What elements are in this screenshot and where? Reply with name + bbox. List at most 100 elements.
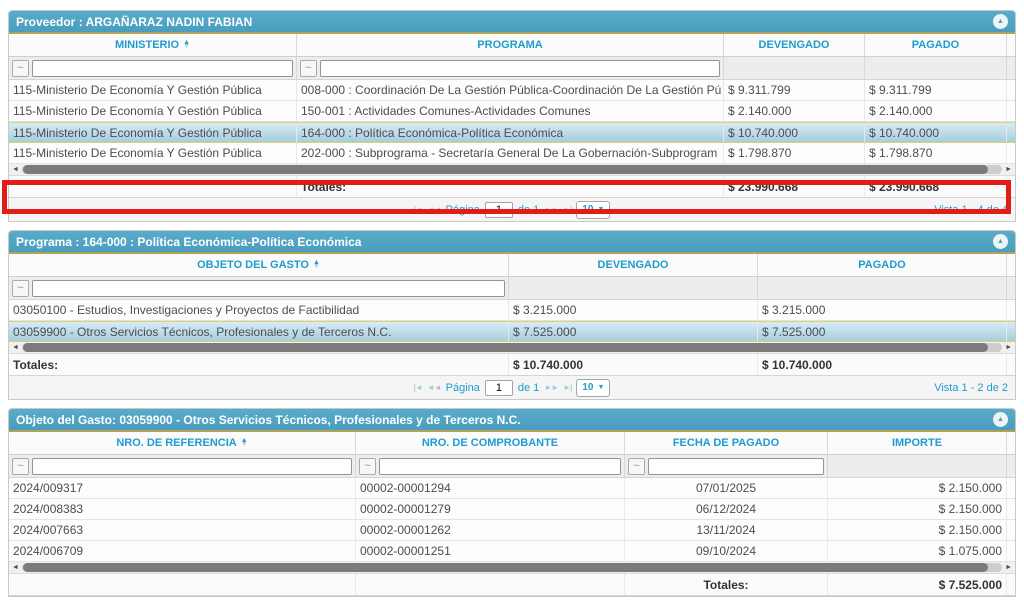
horizontal-scrollbar[interactable]: ◄ ►	[9, 562, 1015, 574]
filter-input-objeto[interactable]	[32, 280, 505, 297]
filter-input-ministerio[interactable]	[32, 60, 293, 77]
cell-programa: 008-000 : Coordinación De La Gestión Púb…	[297, 80, 724, 100]
cell-devengado: $ 3.215.000	[509, 300, 758, 320]
scrollbar-thumb[interactable]	[23, 343, 988, 352]
scrollbar-track[interactable]	[22, 165, 1002, 174]
pager-first-icon[interactable]: |◄	[414, 383, 422, 392]
pager-page-size-select[interactable]: 10 ▼	[576, 379, 610, 397]
cell-referencia: 2024/006709	[9, 541, 356, 561]
column-header-devengado[interactable]: DEVENGADO	[724, 34, 865, 56]
scrollbar-left-arrow-icon[interactable]: ◄	[12, 166, 19, 173]
panel-programa: Programa : 164-000 : Política Económica-…	[8, 230, 1016, 400]
totals-row: Totales: $ 23.990.668 $ 23.990.668	[9, 176, 1015, 198]
filter-operator-button[interactable]: ~	[300, 60, 317, 77]
totals-row: Totales: $ 7.525.000	[9, 574, 1015, 596]
filter-operator-button[interactable]: ~	[628, 458, 645, 475]
collapse-button[interactable]: ▲	[993, 234, 1008, 249]
filter-operator-button[interactable]: ~	[359, 458, 376, 475]
filter-input-referencia[interactable]	[32, 458, 352, 475]
filter-operator-button[interactable]: ~	[12, 60, 29, 77]
cell-pagado: $ 2.140.000	[865, 101, 1007, 121]
horizontal-scrollbar[interactable]: ◄ ►	[9, 342, 1015, 354]
table-row[interactable]: 2024/006709 00002-00001251 09/10/2024 $ …	[9, 541, 1015, 562]
cell-pagado: $ 3.215.000	[758, 300, 1007, 320]
filter-cell-referencia: ~	[9, 455, 356, 477]
cell-comprobante: 00002-00001262	[356, 520, 625, 540]
panel-programa-title: Programa : 164-000 : Política Económica-…	[16, 235, 993, 249]
pager-page-input[interactable]	[485, 202, 513, 218]
table-row[interactable]: 115-Ministerio De Economía Y Gestión Púb…	[9, 101, 1015, 122]
totals-pagado: $ 10.740.000	[758, 354, 1007, 375]
column-header-importe[interactable]: IMPORTE	[828, 432, 1007, 454]
column-header-objeto-del-gasto[interactable]: OBJETO DEL GASTO ▲▼	[9, 254, 509, 276]
column-header-label: FECHA DE PAGADO	[673, 437, 779, 449]
pager-prev-icon[interactable]: ◄◄	[427, 383, 441, 392]
cell-importe: $ 2.150.000	[828, 478, 1007, 498]
pager-page-label: Página	[446, 204, 480, 216]
scrollbar-left-arrow-icon[interactable]: ◄	[12, 344, 19, 351]
cell-pagado: $ 7.525.000	[758, 322, 1007, 341]
filter-input-comprobante[interactable]	[379, 458, 621, 475]
filter-input-programa[interactable]	[320, 60, 720, 77]
cell-referencia: 2024/009317	[9, 478, 356, 498]
column-header-label: DEVENGADO	[598, 259, 669, 271]
column-header-fecha-de-pagado[interactable]: FECHA DE PAGADO	[625, 432, 828, 454]
pager-page-size-value: 10	[582, 204, 593, 215]
table-row[interactable]: 115-Ministerio De Economía Y Gestión Púb…	[9, 80, 1015, 101]
column-header-programa[interactable]: PROGRAMA	[297, 34, 724, 56]
filter-row: ~	[9, 277, 1015, 300]
pager-first-icon[interactable]: |◄	[414, 205, 422, 214]
horizontal-scrollbar[interactable]: ◄ ►	[9, 164, 1015, 176]
pager-prev-icon[interactable]: ◄◄	[427, 205, 441, 214]
filter-operator-button[interactable]: ~	[12, 280, 29, 297]
pager-last-icon[interactable]: ►|	[563, 205, 571, 214]
table-row[interactable]: 2024/008383 00002-00001279 06/12/2024 $ …	[9, 499, 1015, 520]
pager-next-icon[interactable]: ►►	[544, 205, 558, 214]
totals-row: Totales: $ 10.740.000 $ 10.740.000	[9, 354, 1015, 376]
cell-devengado: $ 2.140.000	[724, 101, 865, 121]
pager-last-icon[interactable]: ►|	[563, 383, 571, 392]
cell-devengado: $ 7.525.000	[509, 322, 758, 341]
filter-input-fecha[interactable]	[648, 458, 824, 475]
column-header-label: OBJETO DEL GASTO	[197, 259, 309, 271]
pager-page-input[interactable]	[485, 380, 513, 396]
column-header-label: IMPORTE	[892, 437, 942, 449]
pager-page-size-select[interactable]: 10 ▼	[576, 201, 610, 219]
table-row[interactable]: 03050100 - Estudios, Investigaciones y P…	[9, 300, 1015, 321]
pager-next-icon[interactable]: ►►	[544, 383, 558, 392]
column-header-devengado[interactable]: DEVENGADO	[509, 254, 758, 276]
chevron-down-icon: ▼	[597, 384, 604, 391]
column-header-row: NRO. DE REFERENCIA ▲▼ NRO. DE COMPROBANT…	[9, 432, 1015, 455]
pager: |◄ ◄◄ Página de 1 ►► ►| 10 ▼ Vista 1 - 4…	[9, 198, 1015, 221]
scrollbar-thumb[interactable]	[23, 563, 988, 572]
scrollbar-right-arrow-icon[interactable]: ►	[1005, 166, 1012, 173]
scrollbar-track[interactable]	[22, 343, 1002, 352]
sort-icon: ▲▼	[241, 439, 248, 448]
filter-cell-ministerio: ~	[9, 57, 297, 79]
scrollbar-thumb[interactable]	[23, 165, 988, 174]
table-row-selected[interactable]: 115-Ministerio De Economía Y Gestión Púb…	[9, 122, 1015, 143]
filter-operator-button[interactable]: ~	[12, 458, 29, 475]
collapse-arrow-icon: ▲	[997, 238, 1004, 245]
scrollbar-track[interactable]	[22, 563, 1002, 572]
totals-empty-cell	[9, 176, 297, 197]
column-header-pagado[interactable]: PAGADO	[758, 254, 1007, 276]
table-row[interactable]: 115-Ministerio De Economía Y Gestión Púb…	[9, 143, 1015, 164]
column-header-comprobante[interactable]: NRO. DE COMPROBANTE	[356, 432, 625, 454]
collapse-button[interactable]: ▲	[993, 14, 1008, 29]
filter-cell-pagado	[865, 57, 1007, 79]
panel-objeto-title: Objeto del Gasto: 03059900 - Otros Servi…	[16, 413, 993, 427]
table-row[interactable]: 2024/007663 00002-00001262 13/11/2024 $ …	[9, 520, 1015, 541]
column-header-referencia[interactable]: NRO. DE REFERENCIA ▲▼	[9, 432, 356, 454]
pager-view-info: Vista 1 - 4 de 4	[610, 204, 1008, 216]
table-row[interactable]: 2024/009317 00002-00001294 07/01/2025 $ …	[9, 478, 1015, 499]
scrollbar-right-arrow-icon[interactable]: ►	[1005, 564, 1012, 571]
collapse-button[interactable]: ▲	[993, 412, 1008, 427]
panel-proveedor-titlebar: Proveedor : ARGAÑARAZ NADIN FABIAN ▲	[9, 11, 1015, 34]
scrollbar-left-arrow-icon[interactable]: ◄	[12, 564, 19, 571]
column-header-pagado[interactable]: PAGADO	[865, 34, 1007, 56]
totals-empty-cell	[356, 574, 625, 595]
table-row-selected[interactable]: 03059900 - Otros Servicios Técnicos, Pro…	[9, 321, 1015, 342]
scrollbar-right-arrow-icon[interactable]: ►	[1005, 344, 1012, 351]
column-header-ministerio[interactable]: MINISTERIO ▲▼	[9, 34, 297, 56]
